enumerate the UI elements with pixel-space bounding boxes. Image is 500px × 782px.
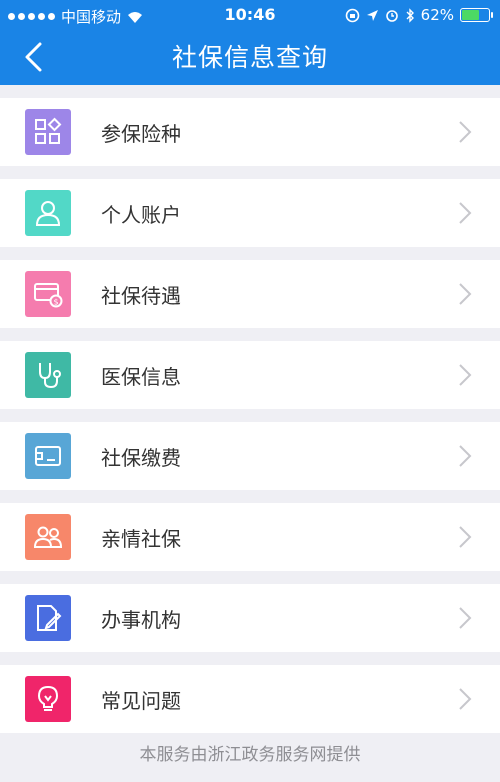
menu-item-label: 个人账户 bbox=[101, 202, 181, 227]
document-edit-icon bbox=[25, 595, 71, 641]
stethoscope-icon bbox=[25, 352, 71, 398]
location-arrow-icon bbox=[366, 9, 378, 21]
chevron-right-icon bbox=[459, 526, 472, 548]
chevron-right-icon bbox=[459, 121, 472, 143]
lightbulb-icon bbox=[25, 676, 71, 722]
menu-item-label: 亲情社保 bbox=[101, 526, 181, 551]
chevron-right-icon bbox=[459, 364, 472, 386]
menu-item-label: 办事机构 bbox=[101, 607, 181, 632]
menu-item-family-insurance[interactable]: 亲情社保 bbox=[0, 503, 500, 571]
menu-item-insurance-types[interactable]: 参保险种 bbox=[0, 98, 500, 166]
menu-item-payment[interactable]: 社保缴费 bbox=[0, 422, 500, 490]
lock-rotation-icon bbox=[345, 8, 359, 22]
battery-percent: 62% bbox=[420, 6, 454, 24]
menu-item-personal-account[interactable]: 个人账户 bbox=[0, 179, 500, 247]
menu-item-label: 医保信息 bbox=[101, 364, 181, 389]
apps-grid-icon bbox=[25, 109, 71, 155]
user-icon bbox=[25, 190, 71, 236]
wallet-icon bbox=[25, 433, 71, 479]
alarm-icon bbox=[385, 10, 398, 22]
menu-item-benefits[interactable]: $ 社保待遇 bbox=[0, 260, 500, 328]
menu-item-faq[interactable]: 常见问题 bbox=[0, 665, 500, 733]
menu-list: 参保险种 个人账户 $ 社保待遇 医保信息 社保缴费 亲情社保 办事机构 常见问… bbox=[0, 98, 500, 746]
battery-icon bbox=[460, 8, 493, 22]
svg-text:$: $ bbox=[53, 298, 58, 307]
chevron-right-icon bbox=[459, 283, 472, 305]
top-bar: 中国移动 10:46 62% 社保信息查询 bbox=[0, 0, 500, 85]
family-icon bbox=[25, 514, 71, 560]
chevron-right-icon bbox=[459, 445, 472, 467]
menu-item-label: 社保待遇 bbox=[101, 283, 181, 308]
menu-item-label: 参保险种 bbox=[101, 121, 181, 146]
menu-item-label: 常见问题 bbox=[101, 688, 181, 713]
chevron-right-icon bbox=[459, 202, 472, 224]
menu-item-medical-info[interactable]: 医保信息 bbox=[0, 341, 500, 409]
chevron-right-icon bbox=[459, 607, 472, 629]
battery-fill bbox=[462, 10, 480, 20]
page-title: 社保信息查询 bbox=[171, 43, 328, 72]
bluetooth-icon bbox=[406, 7, 414, 23]
nav-bar: 社保信息查询 bbox=[0, 30, 500, 85]
card-dollar-icon: $ bbox=[25, 271, 71, 317]
status-right: 62% bbox=[345, 6, 493, 24]
menu-item-service-agencies[interactable]: 办事机构 bbox=[0, 584, 500, 652]
menu-item-label: 社保缴费 bbox=[101, 445, 181, 470]
chevron-right-icon bbox=[459, 688, 472, 710]
status-bar: 中国移动 10:46 62% bbox=[0, 0, 500, 30]
footer-note: 本服务由浙江政务服务网提供 bbox=[139, 745, 361, 765]
